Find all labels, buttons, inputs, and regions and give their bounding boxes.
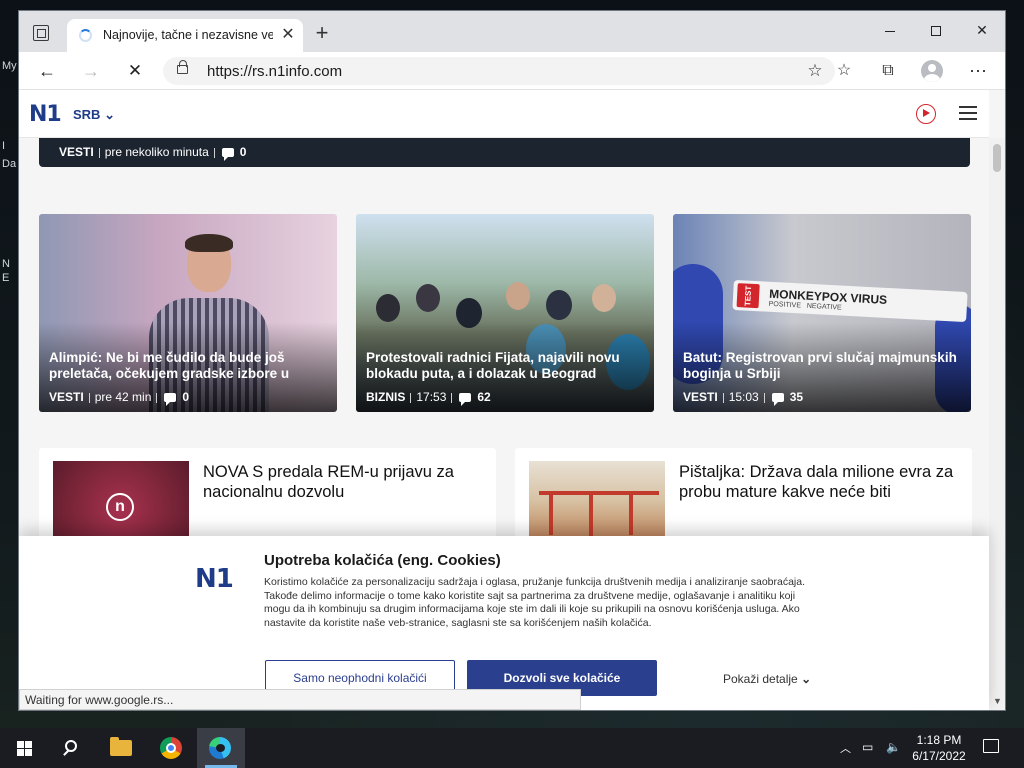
comment-count: 0 — [239, 145, 247, 159]
maximize-button[interactable] — [913, 15, 959, 45]
cookie-banner: N1 Upotreba kolačića (eng. Cookies) Kori… — [19, 536, 989, 710]
featured-card[interactable]: Protestovali radnici Fijata, najavili no… — [356, 214, 654, 412]
scroll-thumb[interactable] — [993, 144, 1001, 172]
status-bar: Waiting for www.google.rs... — [19, 689, 581, 710]
site-header: N1 SRB ⌄ — [19, 90, 989, 138]
scroll-down-arrow[interactable]: ▼ — [993, 696, 1002, 706]
lock-icon[interactable] — [177, 60, 188, 74]
volume-icon[interactable]: 🔈 — [886, 740, 901, 754]
loading-spinner-icon — [79, 29, 92, 42]
desktop-icon-label[interactable]: My — [2, 60, 17, 72]
stop-icon[interactable]: ✕ — [121, 58, 149, 84]
category-label[interactable]: VESTI — [683, 390, 718, 404]
list-item-title[interactable]: NOVA S predala REM-u prijavu za nacional… — [203, 462, 483, 502]
browser-toolbar: ← → ✕ https://rs.n1info.com ☆ ☆ ⧉ ⋯ — [19, 52, 1005, 90]
minimize-button[interactable] — [867, 15, 913, 45]
chevron-down-icon: ⌄ — [801, 672, 812, 686]
plus-icon[interactable]: + — [311, 22, 333, 45]
network-icon[interactable]: ▭ — [862, 740, 873, 754]
page-viewport: N1 SRB ⌄ VESTI pre nekoliko minuta 0 Alimp… — [19, 90, 1005, 710]
chevron-down-icon: ⌄ — [104, 107, 115, 122]
avatar — [921, 59, 943, 82]
comment-count: 35 — [789, 390, 804, 404]
close-icon[interactable]: ✕ — [279, 25, 297, 45]
show-details-label: Pokaži detalje — [723, 672, 798, 686]
collections-icon[interactable]: ⧉ — [873, 58, 903, 84]
list-item[interactable]: n NOVA S predala REM-u prijavu za nacion… — [39, 448, 496, 548]
comment-icon — [771, 393, 784, 407]
article-meta: VESTI pre nekoliko minuta 0 — [59, 145, 247, 162]
clock-time: 1:18 PM — [916, 733, 962, 747]
clock-date: 6/17/2022 — [912, 749, 966, 763]
comment-icon — [221, 148, 234, 162]
desktop-icon-label[interactable]: I — [2, 140, 5, 152]
scrollbar[interactable]: ▼ — [989, 138, 1005, 710]
comment-count: 0 — [182, 390, 190, 404]
category-label[interactable]: VESTI — [49, 390, 84, 404]
cookie-body: Koristimo kolačiće za personalizaciju sa… — [264, 576, 806, 629]
comment-icon — [459, 393, 472, 407]
back-icon[interactable]: ← — [33, 58, 61, 84]
cookie-logo: N1 — [195, 564, 234, 594]
taskbar: ︿ ▭ 🔈 1:18 PM 6/17/2022 — [0, 728, 1024, 768]
hamburger-menu-icon[interactable] — [959, 106, 977, 120]
featured-card[interactable]: Alimpić: Ne bi me čudilo da bude još pre… — [39, 214, 337, 412]
desktop-icon-label[interactable]: Da — [2, 158, 16, 170]
desktop-icon-label[interactable]: N — [2, 258, 10, 270]
list-item-title[interactable]: Pištaljka: Država dala milione evra za p… — [679, 462, 959, 502]
close-window-button[interactable]: ✕ — [959, 15, 1005, 45]
chrome-icon[interactable] — [148, 728, 196, 768]
search-icon[interactable] — [48, 728, 96, 768]
windows-start-icon[interactable] — [0, 728, 48, 768]
add-favorite-icon[interactable]: ☆ — [803, 59, 827, 83]
comment-count: 62 — [477, 390, 491, 404]
article-meta: VESTI pre 42 min 0 — [49, 390, 190, 407]
article-meta: BIZNIS 17:53 62 — [366, 390, 491, 407]
region-label: SRB — [73, 107, 101, 122]
nova-logo: n — [106, 493, 134, 521]
browser-window: Najnovije, tačne i nezavisne vesti ✕ + ✕… — [18, 10, 1006, 711]
time-label: pre 42 min — [94, 390, 152, 404]
article-meta: VESTI 15:03 35 — [683, 390, 804, 407]
card-title[interactable]: Protestovali radnici Fijata, najavili no… — [366, 350, 648, 382]
favorites-icon[interactable]: ☆ — [829, 58, 859, 84]
edge-icon[interactable] — [197, 728, 245, 768]
desktop-icon-label[interactable]: E — [2, 272, 9, 284]
category-label[interactable]: VESTI — [59, 145, 94, 159]
tray-chevron-icon[interactable]: ︿ — [840, 740, 851, 756]
card-title[interactable]: Alimpić: Ne bi me čudilo da bude još pre… — [49, 350, 331, 382]
time-label: 17:53 — [416, 390, 447, 404]
tab-title: Najnovije, tačne i nezavisne vesti — [103, 28, 273, 42]
article-thumbnail[interactable] — [529, 461, 665, 548]
previous-article-strip[interactable]: VESTI pre nekoliko minuta 0 — [39, 138, 970, 167]
time-label: 15:03 — [728, 390, 759, 404]
article-thumbnail[interactable]: n — [53, 461, 189, 548]
address-bar[interactable]: https://rs.n1info.com ☆ — [163, 57, 835, 85]
category-label[interactable]: BIZNIS — [366, 390, 405, 404]
site-logo[interactable]: N1 — [29, 102, 62, 127]
tab-strip: Najnovije, tačne i nezavisne vesti ✕ + ✕ — [19, 11, 1005, 52]
notification-icon[interactable] — [983, 739, 999, 753]
play-icon[interactable] — [916, 104, 936, 124]
comment-icon — [164, 393, 177, 407]
time-label: pre nekoliko minuta — [104, 145, 209, 159]
region-selector[interactable]: SRB ⌄ — [73, 107, 115, 123]
show-details-link[interactable]: Pokaži detalje ⌄ — [723, 672, 811, 686]
profile-icon[interactable] — [917, 58, 947, 84]
card-title[interactable]: Batut: Registrovan prvi slučaj majmunski… — [683, 350, 965, 382]
clock[interactable]: 1:18 PM 6/17/2022 — [908, 732, 970, 764]
tab-actions-icon[interactable] — [33, 25, 49, 41]
tab-active[interactable]: Najnovije, tačne i nezavisne vesti ✕ — [67, 19, 303, 52]
file-explorer-icon[interactable] — [98, 728, 146, 768]
more-icon[interactable]: ⋯ — [963, 58, 993, 84]
url-text[interactable]: https://rs.n1info.com — [207, 63, 342, 80]
list-item[interactable]: Pištaljka: Država dala milione evra za p… — [515, 448, 972, 548]
featured-card[interactable]: TEST MONKEYPOX VIRUS POSITIVE NEGATIVE B… — [673, 214, 971, 412]
test-tube: TEST MONKEYPOX VIRUS POSITIVE NEGATIVE — [732, 279, 968, 323]
cookie-title: Upotreba kolačića (eng. Cookies) — [264, 552, 501, 569]
forward-icon[interactable]: → — [77, 58, 105, 84]
